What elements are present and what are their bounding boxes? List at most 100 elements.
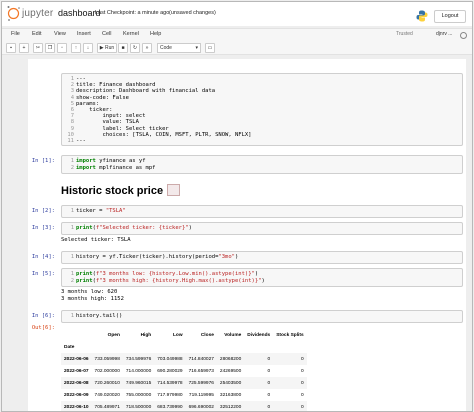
column-header: Low [172, 332, 183, 338]
cell-output: 3 months low: 620 [61, 289, 118, 295]
markdown-heading: Historic stock price [61, 184, 181, 197]
line-number: 8 [70, 119, 74, 126]
table-cell: 0 [244, 401, 274, 411]
cut-icon[interactable]: ✂ [33, 43, 43, 53]
table-cell: 717.979980 [157, 392, 183, 398]
header: jupyter dashboard Last Checkpoint: a min… [2, 2, 472, 26]
table-cell: 703.049988 [154, 353, 186, 365]
menu-file[interactable]: File [11, 31, 20, 37]
paste-icon[interactable]: ▫ [57, 43, 67, 53]
code-cell[interactable]: 1 history.tail() [61, 310, 463, 323]
menu-cell[interactable]: Cell [102, 31, 111, 37]
code-line: label: Select ticker [76, 125, 169, 132]
table-cell: 24269500 [219, 368, 242, 374]
table-row: 2022-06-06 733.059998 734.599976 703.049988… [61, 353, 307, 365]
code-line: ticker: [76, 107, 113, 113]
dataframe-table: Open High Low Close Volume Dividends Sto… [61, 329, 307, 411]
code-line: input: select [76, 113, 146, 120]
code-line: title: Finance dashboard [76, 82, 156, 89]
code-line: --- [76, 138, 86, 144]
kernel-name[interactable]: djnrv ... [436, 31, 452, 37]
menu-insert[interactable]: Insert [77, 31, 91, 37]
column-header: Close [200, 332, 214, 338]
column-header: Open [107, 332, 120, 338]
line-number: 2 [70, 82, 74, 89]
table-cell: 725.599976 [185, 377, 217, 389]
table-cell: 696.690002 [185, 401, 217, 411]
table-row: 2022-06-08 720.260010 749.960015 714.539978… [61, 377, 307, 389]
code-line: choices: [TSLA, COIN, MSFT, PLTR, SNOW, … [76, 131, 252, 138]
cell-type-select[interactable]: Code ▾ [157, 43, 201, 53]
code-cell[interactable]: 1 print(f"3 months low: {history.Low.min… [61, 268, 463, 287]
table-cell: 733.059998 [91, 353, 123, 365]
table-row: 2022-06-09 749.020020 755.000000 717.979980… [61, 389, 307, 401]
save-icon[interactable]: ▪ [6, 43, 16, 53]
table-cell: 749.020020 [94, 392, 120, 398]
column-header: Dividends [247, 332, 271, 338]
insert-cell-icon[interactable]: + [19, 43, 29, 53]
table-cell: 690.280029 [157, 368, 183, 374]
restart-icon[interactable]: ↻ [130, 43, 140, 53]
params-code-cell[interactable]: 1 --- 2 title: Finance dashboard 3 descriptio… [61, 73, 463, 146]
run-button[interactable]: ▶ Run [97, 43, 117, 53]
line-number: 7 [70, 113, 74, 120]
command-palette-icon[interactable]: ▭ [205, 43, 215, 53]
line-number: 10 [67, 131, 74, 138]
chevron-down-icon: ▾ [195, 45, 198, 51]
code-line: value: TSLA [76, 119, 139, 126]
menu-help[interactable]: Help [150, 31, 161, 37]
table-cell: 718.500000 [122, 401, 155, 411]
table-cell: 755.000000 [125, 392, 152, 398]
code-cell[interactable]: 1 import yfinance as yf 2 import mplfina… [61, 155, 463, 174]
code-line: ticker = "TSLA" [76, 208, 126, 214]
move-down-icon[interactable]: ↓ [83, 43, 93, 53]
table-cell: 0 [267, 392, 271, 398]
line-number: 1 [70, 76, 74, 82]
code-cell[interactable]: 1 print(f"Selected ticker: {ticker}") [61, 222, 463, 235]
code-cell[interactable]: 1 ticker = "TSLA" [61, 205, 463, 218]
table-cell: 720.260010 [91, 377, 123, 389]
table-cell: 714.539978 [154, 377, 186, 389]
menu-edit[interactable]: Edit [32, 31, 41, 37]
move-up-icon[interactable]: ↑ [71, 43, 81, 53]
table-row: 2022-06-10 705.489971 718.500000 683.739990… [61, 401, 307, 411]
code-cell[interactable]: 1 history = yf.Ticker(ticker).history(pe… [61, 251, 463, 264]
output-prompt: Out[6]: [31, 325, 55, 331]
line-number: 4 [70, 94, 74, 101]
jupyter-logo-icon[interactable] [6, 5, 21, 22]
table-cell: 0 [273, 353, 307, 365]
line-number: 9 [70, 125, 74, 132]
trusted-indicator[interactable]: Trusted [396, 31, 413, 37]
table-cell: 716.659973 [188, 368, 214, 374]
table-cell: 25403500 [216, 377, 245, 389]
interrupt-icon[interactable]: ■ [118, 43, 128, 53]
table-cell: 719.119995 [188, 392, 214, 398]
menu-view[interactable]: View [54, 31, 66, 37]
table-cell: 28068200 [216, 353, 245, 365]
table-cell: 0 [301, 392, 304, 398]
table-cell: 0 [273, 377, 307, 389]
cell-type-value: Code [160, 45, 172, 51]
line-number: 3 [70, 88, 74, 95]
code-line: print(f"3 months high: {history.High.max… [76, 278, 265, 284]
code-line: history = yf.Ticker(ticker).history(peri… [76, 254, 239, 260]
table-cell: 705.489971 [91, 401, 123, 411]
line-number: 6 [70, 107, 74, 113]
code-line: import yfinance as yf [76, 158, 146, 164]
copy-icon[interactable]: ❐ [45, 43, 55, 53]
table-cell: 32163800 [219, 392, 242, 398]
column-header: High [140, 332, 152, 338]
cell-output: Selected ticker: TSLA [61, 237, 131, 243]
table-cell: 714.840027 [185, 353, 217, 365]
brand-name: jupyter [22, 8, 54, 19]
code-line: print(f"3 months low: {history.Low.min()… [76, 271, 259, 277]
logout-button[interactable]: Logout [434, 10, 466, 23]
code-line: history.tail() [76, 313, 123, 319]
fast-forward-icon[interactable]: » [142, 43, 152, 53]
table-header-row: Open High Low Close Volume Dividends Sto… [61, 329, 307, 341]
menu-kernel[interactable]: Kernel [123, 31, 139, 37]
line-number: 5 [70, 100, 74, 107]
index-name: Date [64, 344, 75, 350]
save-status: (unsaved changes) [169, 10, 216, 16]
table-cell: 749.960015 [122, 377, 155, 389]
